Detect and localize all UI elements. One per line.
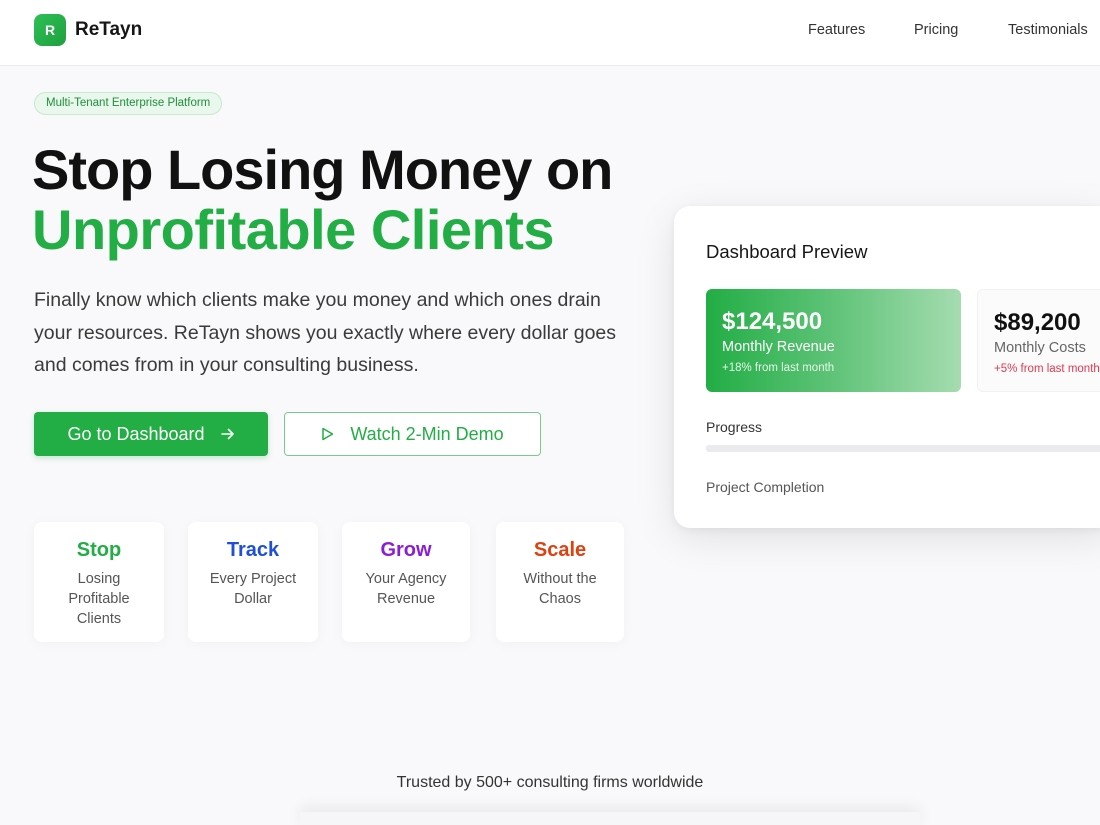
feature-title: Scale xyxy=(533,539,587,561)
logo-mark[interactable]: R xyxy=(34,14,66,46)
costs-label: Monthly Costs xyxy=(994,340,1086,356)
feature-description: Without the Chaos xyxy=(496,569,624,609)
nav-item-testimonials[interactable]: Testimonials xyxy=(1008,22,1088,38)
client-logos-strip xyxy=(300,812,920,825)
go-to-dashboard-label: Go to Dashboard xyxy=(67,423,205,444)
brand-name[interactable]: ReTayn xyxy=(75,19,142,41)
watch-demo-label: Watch 2-Min Demo xyxy=(350,423,504,444)
feature-desc-line: Clients xyxy=(76,611,122,627)
costs-change: +5% from last month xyxy=(994,363,1100,375)
go-to-dashboard-button[interactable]: Go to Dashboard xyxy=(34,412,268,456)
logo-letter: R xyxy=(44,22,56,38)
costs-value: $89,200 xyxy=(994,309,1081,336)
monthly-costs-card: $89,200 Monthly Costs +5% from last mont… xyxy=(977,289,1100,392)
progress-label: Progress xyxy=(706,419,763,435)
play-icon xyxy=(321,427,334,441)
feature-card-stop: Stop Losing Profitable Clients xyxy=(34,522,164,642)
dashboard-preview-card: Dashboard Preview $124,500 Monthly Reven… xyxy=(674,206,1100,528)
feature-desc-line: Revenue xyxy=(376,591,436,607)
feature-title: Stop xyxy=(76,539,122,561)
top-navbar: R ReTayn Features Pricing Testimonials xyxy=(0,0,1100,66)
feature-description: Your Agency Revenue xyxy=(342,569,470,609)
feature-description: Every Project Dollar xyxy=(188,569,318,609)
hero-description: Finally know which clients make you mone… xyxy=(34,289,617,376)
arrow-right-icon xyxy=(220,427,235,441)
dashboard-title: Dashboard Preview xyxy=(706,241,868,262)
revenue-label: Monthly Revenue xyxy=(722,339,835,355)
feature-desc-line: Chaos xyxy=(539,591,581,607)
feature-desc-line: Dollar xyxy=(234,591,272,607)
feature-card-grow: Grow Your Agency Revenue xyxy=(342,522,470,642)
feature-card-scale: Scale Without the Chaos xyxy=(496,522,624,642)
feature-title: Track xyxy=(226,539,280,561)
headline-line-2: Unprofitable Clients xyxy=(32,198,555,261)
nav-item-features[interactable]: Features xyxy=(808,22,865,38)
revenue-value: $124,500 xyxy=(722,308,823,335)
feature-desc-line: Every Project xyxy=(209,571,297,587)
feature-desc-line: Your Agency xyxy=(365,571,447,587)
feature-desc-line: Profitable xyxy=(68,591,130,607)
watch-demo-button[interactable]: Watch 2-Min Demo xyxy=(284,412,541,456)
project-completion-label: Project Completion xyxy=(706,479,825,495)
feature-title: Grow xyxy=(380,539,432,561)
nav-item-pricing[interactable]: Pricing xyxy=(914,22,958,38)
feature-description: Losing Profitable Clients xyxy=(34,569,164,629)
progress-bar xyxy=(706,445,1100,452)
feature-desc-line: Without the xyxy=(523,571,597,587)
revenue-change: +18% from last month xyxy=(722,362,835,374)
platform-badge: Multi-Tenant Enterprise Platform xyxy=(34,92,223,115)
monthly-revenue-card: $124,500 Monthly Revenue +18% from last … xyxy=(706,289,961,392)
feature-card-track: Track Every Project Dollar xyxy=(188,522,318,642)
trusted-by-text: Trusted by 500+ consulting firms worldwi… xyxy=(396,774,704,791)
headline-line-1: Stop Losing Money on xyxy=(32,138,613,201)
feature-desc-line: Losing xyxy=(77,571,121,587)
